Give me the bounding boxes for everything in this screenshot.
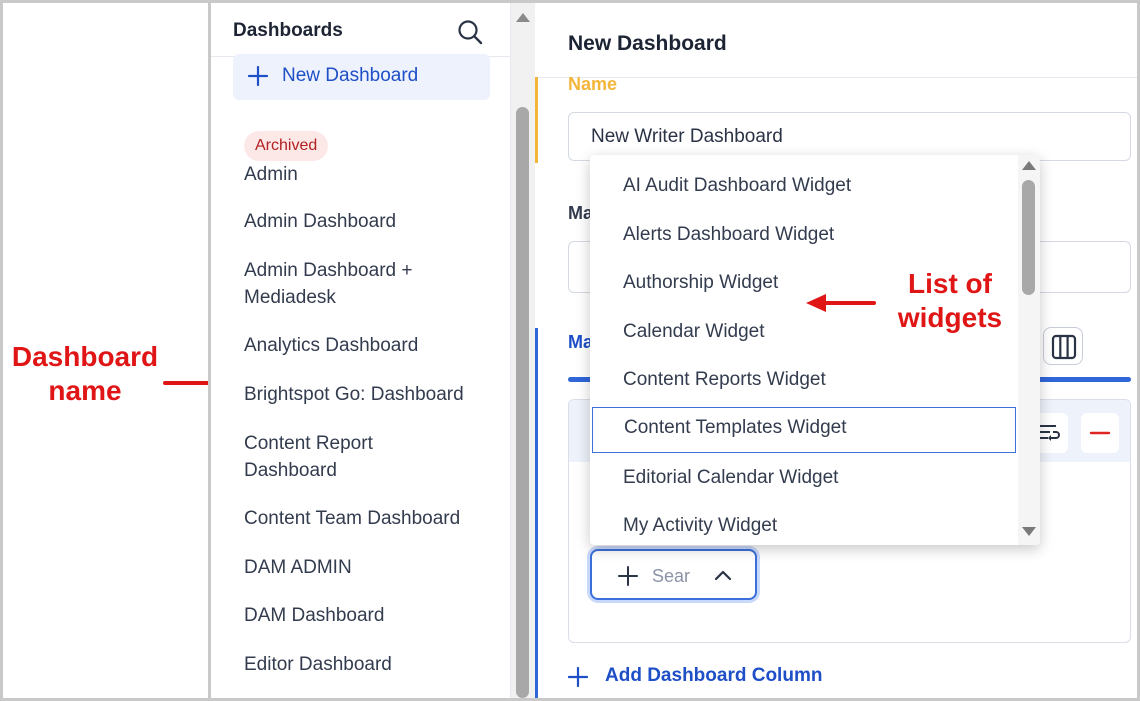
add-dashboard-column-label: Add Dashboard Column <box>605 665 823 686</box>
widget-option[interactable]: Content Reports Widget <box>590 359 1018 405</box>
annotation-arrow-left-icon <box>806 294 876 312</box>
annotation-dashboard-name-line1: Dashboard <box>11 341 159 372</box>
sidebar-item-analytics-dashboard[interactable]: Analytics Dashboard <box>244 332 494 359</box>
annotation-list-of-widgets-line2: widgets <box>897 302 1003 333</box>
chevron-up-icon <box>714 570 732 581</box>
widget-option[interactable]: My Activity Widget <box>590 505 1018 545</box>
archived-badge: Archived <box>244 131 329 161</box>
name-field-label: Name <box>568 74 618 94</box>
columns-icon <box>1051 334 1077 360</box>
widget-option[interactable]: AI Audit Dashboard Widget <box>590 165 1018 211</box>
annotation-list-of-widgets: List of widgets <box>888 267 1012 335</box>
dropdown-scrollbar[interactable] <box>1018 155 1040 545</box>
annotation-dashboard-name: Dashboard name <box>5 340 165 408</box>
scroll-up-arrow-icon[interactable] <box>1022 161 1036 170</box>
sidebar-item-content-report-dashboard[interactable]: Content Report Dashboard <box>244 430 414 484</box>
annotation-list-of-widgets-line1: List of <box>908 268 992 299</box>
widget-option-highlighted[interactable]: Content Templates Widget <box>592 407 1016 453</box>
dashboards-sidebar: Dashboards New Dashboard Archived Admin … <box>211 3 511 698</box>
new-dashboard-button[interactable]: New Dashboard <box>233 54 490 100</box>
sidebar-item-admin-dashboard-mediadesk[interactable]: Admin Dashboard + Mediadesk <box>244 257 444 311</box>
name-field-indicator <box>535 77 538 163</box>
page-title: New Dashboard <box>568 32 727 55</box>
new-dashboard-label: New Dashboard <box>282 65 419 86</box>
sidebar-scrollbar-thumb[interactable] <box>516 107 529 698</box>
widget-option[interactable]: Alerts Dashboard Widget <box>590 214 1018 260</box>
sidebar-item-editor-dashboard[interactable]: Editor Dashboard <box>244 651 494 678</box>
sidebar-item-admin-dashboard[interactable]: Admin Dashboard <box>244 208 494 235</box>
remove-column-button[interactable] <box>1081 413 1119 453</box>
widget-search-select[interactable]: Sear <box>590 549 757 600</box>
plus-icon <box>247 65 269 87</box>
widget-option[interactable]: Editorial Calendar Widget <box>590 457 1018 503</box>
name-input[interactable]: New Writer Dashboard <box>568 112 1131 161</box>
columns-section-indicator <box>535 328 538 698</box>
dropdown-scrollbar-thumb[interactable] <box>1022 180 1035 295</box>
sidebar-item-admin[interactable]: Admin <box>244 161 494 188</box>
widget-dropdown: AI Audit Dashboard Widget Alerts Dashboa… <box>590 155 1040 545</box>
columns-layout-button[interactable] <box>1043 327 1083 365</box>
title-divider <box>535 77 1137 78</box>
sidebar-item-dam-dashboard[interactable]: DAM Dashboard <box>244 602 494 629</box>
sidebar-header: Dashboards <box>211 3 511 57</box>
widget-search-placeholder: Sear <box>652 566 690 586</box>
minus-icon <box>1089 431 1111 435</box>
plus-icon <box>568 667 588 687</box>
sidebar-item-content-team-dashboard[interactable]: Content Team Dashboard <box>244 505 494 532</box>
sidebar-item-brightspot-go-dashboard[interactable]: Brightspot Go: Dashboard <box>244 381 494 408</box>
sidebar-scrollbar[interactable] <box>511 3 535 698</box>
scroll-down-arrow-icon[interactable] <box>1022 527 1036 536</box>
sidebar-title: Dashboards <box>233 20 343 41</box>
annotation-dashboard-name-line2: name <box>48 375 122 406</box>
scroll-up-arrow-icon[interactable] <box>516 13 530 22</box>
sidebar-item-dam-admin[interactable]: DAM ADMIN <box>244 554 494 581</box>
plus-icon <box>618 566 638 586</box>
search-icon[interactable] <box>457 19 483 45</box>
